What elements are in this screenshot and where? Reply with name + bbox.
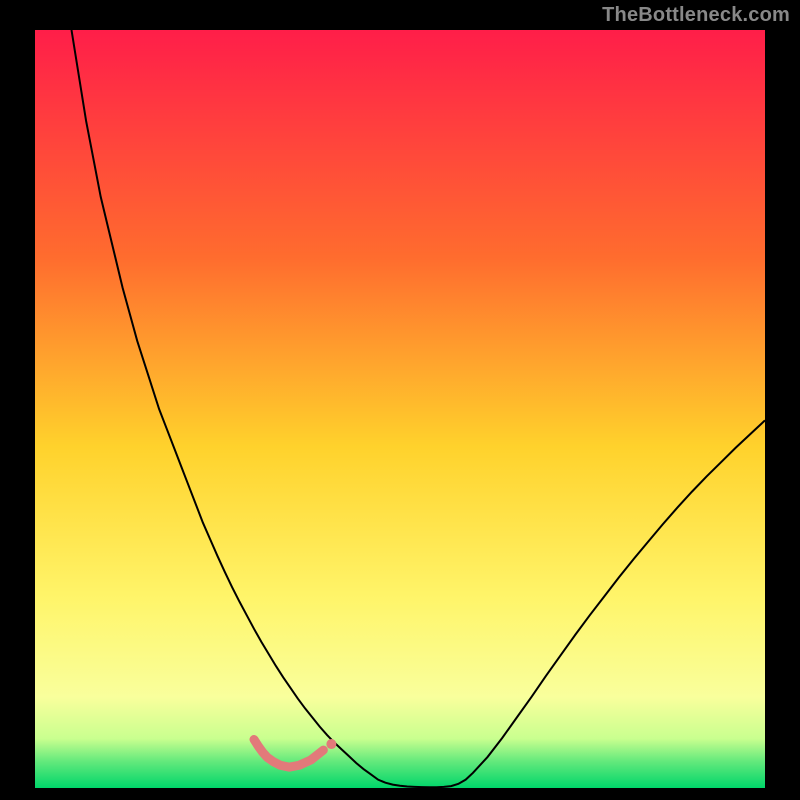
optimum-end-marker (326, 739, 336, 749)
watermark-text: TheBottleneck.com (602, 4, 790, 27)
chart-stage: TheBottleneck.com (0, 0, 800, 800)
bottleneck-chart (35, 30, 765, 788)
plot-background (35, 30, 765, 788)
